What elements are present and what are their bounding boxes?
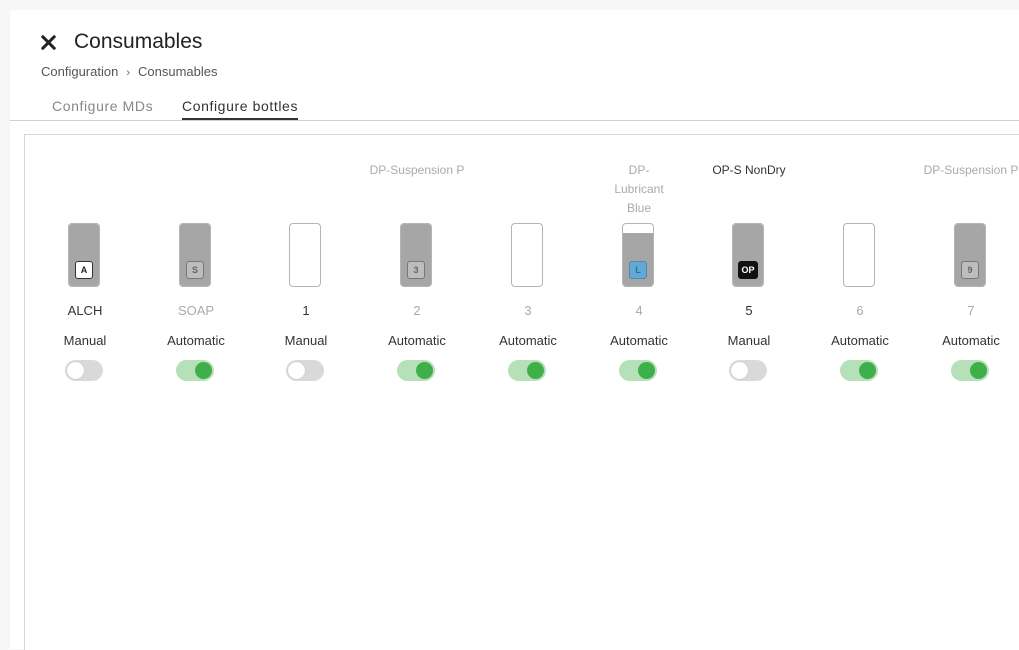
mode-label: Automatic — [167, 333, 225, 348]
bottle-badge: L — [629, 261, 647, 279]
bottle-slot: A ALCH Manual — [40, 135, 130, 395]
toggle-knob — [970, 362, 987, 379]
mode-toggle[interactable] — [508, 360, 546, 381]
toggle-knob — [288, 362, 305, 379]
mode-toggle[interactable] — [951, 360, 989, 381]
bottle-number: 5 — [745, 303, 753, 318]
bottle-icon[interactable] — [511, 223, 543, 287]
bottle-slot: 3 Automatic — [483, 135, 573, 395]
page-title: Consumables — [74, 30, 203, 53]
bottle-badge: S — [186, 261, 204, 279]
mode-toggle[interactable] — [65, 360, 103, 381]
mode-label: Automatic — [610, 333, 668, 348]
toggle-knob — [527, 362, 544, 379]
tab-configure-bottles[interactable]: Configure bottles — [182, 98, 299, 120]
bottle-icon[interactable] — [289, 223, 321, 287]
bottle-slot: DP-Lubricant Blue L 4 Automatic — [594, 135, 684, 395]
mode-label: Manual — [284, 333, 328, 348]
bottle-number: SOAP — [177, 303, 215, 318]
bottle-icon[interactable]: OP — [732, 223, 764, 287]
bottle-number: 4 — [635, 303, 643, 318]
toggle-knob — [731, 362, 748, 379]
mode-label: Automatic — [388, 333, 446, 348]
toggle-knob — [67, 362, 84, 379]
mode-toggle[interactable] — [397, 360, 435, 381]
bottle-icon[interactable]: A — [68, 223, 100, 287]
bottle-badge: 3 — [407, 261, 425, 279]
bottle-icon[interactable]: S — [179, 223, 211, 287]
bottle-slot: DP-Suspension P 9 7 Automatic — [924, 135, 1018, 395]
bottle-product-name: DP-Lubricant Blue — [614, 163, 664, 215]
breadcrumb-separator: › — [126, 67, 130, 79]
tab-bar: Configure MDs Configure bottles — [10, 96, 1019, 121]
breadcrumb-current: Consumables — [138, 64, 218, 79]
toggle-knob — [195, 362, 212, 379]
bottle-icon[interactable]: 9 — [954, 223, 986, 287]
bottle-product-name: OP-S NonDry — [712, 163, 786, 177]
breadcrumb-configuration[interactable]: Configuration — [41, 64, 118, 79]
bottle-number: 3 — [524, 303, 532, 318]
bottle-number: 2 — [413, 303, 421, 318]
bottle-number: ALCH — [67, 303, 103, 318]
bottle-badge: 9 — [961, 261, 979, 279]
mode-label: Automatic — [942, 333, 1000, 348]
bottle-number: 7 — [967, 303, 975, 318]
close-icon[interactable] — [38, 32, 60, 54]
toggle-knob — [638, 362, 655, 379]
tab-configure-mds[interactable]: Configure MDs — [52, 98, 153, 118]
bottle-icon[interactable]: 3 — [400, 223, 432, 287]
mode-toggle[interactable] — [286, 360, 324, 381]
mode-toggle[interactable] — [176, 360, 214, 381]
mode-label: Automatic — [499, 333, 557, 348]
bottle-slot: DP-Suspension P 3 2 Automatic — [370, 135, 464, 395]
toggle-knob — [859, 362, 876, 379]
mode-toggle[interactable] — [729, 360, 767, 381]
bottle-slot: OP-S NonDry OP 5 Manual — [704, 135, 794, 395]
mode-label: Manual — [63, 333, 107, 348]
bottle-icon[interactable] — [843, 223, 875, 287]
bottle-icon[interactable]: L — [622, 223, 654, 287]
bottle-product-name: DP-Suspension P — [369, 163, 465, 177]
mode-label: Automatic — [831, 333, 889, 348]
bottle-number: 6 — [856, 303, 864, 318]
mode-toggle[interactable] — [619, 360, 657, 381]
bottle-slot: 6 Automatic — [815, 135, 905, 395]
bottle-product-name: DP-Suspension P — [923, 163, 1019, 177]
mode-label: Manual — [727, 333, 771, 348]
bottle-slot: 1 Manual — [261, 135, 351, 395]
bottle-badge: OP — [738, 261, 758, 279]
mode-toggle[interactable] — [840, 360, 878, 381]
toggle-knob — [416, 362, 433, 379]
bottle-slot: S SOAP Automatic — [151, 135, 241, 395]
breadcrumb: Configuration › Consumables — [41, 64, 218, 79]
bottles-area: A ALCH Manual S SOAP Automatic 1 Manual DP-Suspe… — [24, 134, 1019, 650]
bottle-badge: A — [75, 261, 93, 279]
bottle-number: 1 — [302, 303, 310, 318]
